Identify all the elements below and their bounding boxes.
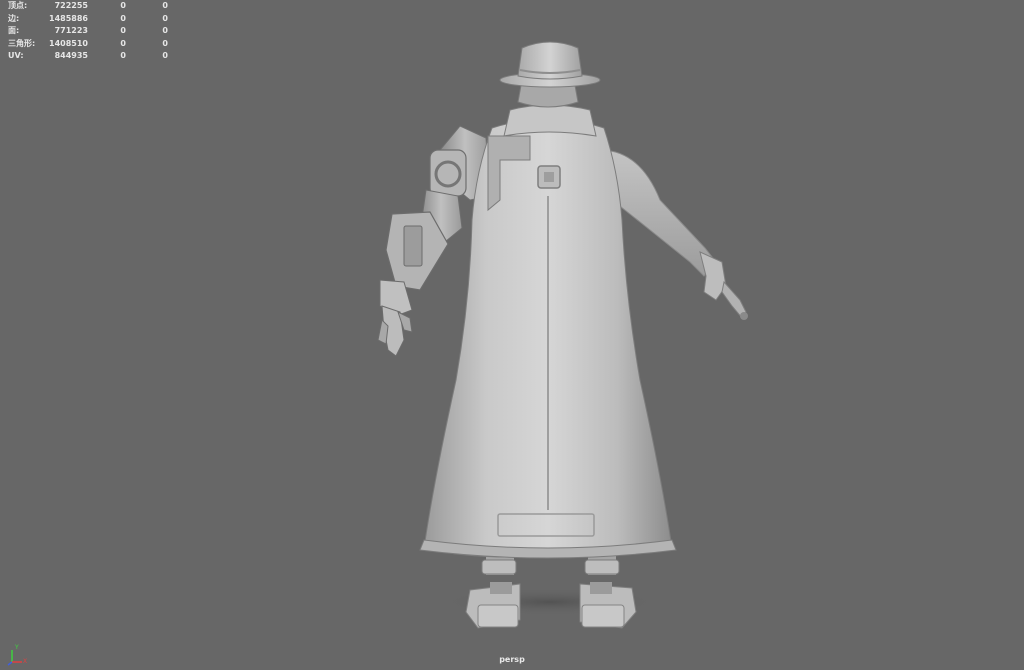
camera-name-label: persp — [499, 655, 525, 664]
character-model[interactable] — [0, 0, 1024, 670]
head-and-hat — [499, 41, 601, 108]
axis-gizmo-icon: Y X — [7, 644, 27, 666]
axis-y-label: Y — [14, 644, 19, 651]
3d-viewport[interactable]: 顶点: 722255 0 0 边: 1485886 0 0 面: 771223 … — [0, 0, 1024, 670]
axis-x-label: X — [23, 658, 27, 665]
